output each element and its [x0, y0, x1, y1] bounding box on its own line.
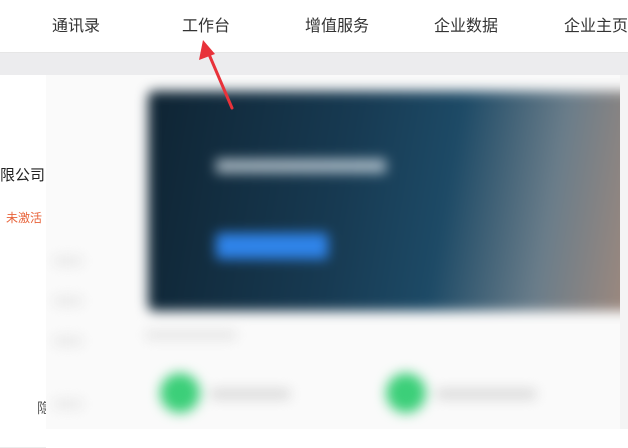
- activation-status[interactable]: 未激活: [6, 209, 42, 226]
- app-label: [436, 389, 536, 399]
- app-icon[interactable]: [160, 373, 200, 413]
- banner-headline: [216, 159, 386, 173]
- nav-workbench[interactable]: 工作台: [182, 12, 230, 36]
- blurred-menu-item: [54, 400, 82, 408]
- top-navigation: 通讯录 工作台 增值服务 企业数据 企业主页: [0, 0, 628, 53]
- app-icon[interactable]: [386, 373, 426, 413]
- annotation-arrow-icon: [199, 40, 234, 110]
- left-sidebar: [0, 75, 46, 448]
- promo-banner-image: [148, 91, 620, 311]
- app-label: [210, 389, 290, 399]
- nav-value-added-services[interactable]: 增值服务: [305, 12, 369, 36]
- blurred-menu-item: [54, 337, 82, 345]
- section-divider-bar: [0, 53, 628, 75]
- nav-enterprise-homepage[interactable]: 企业主页: [564, 12, 628, 36]
- company-name: 限公司: [0, 166, 46, 184]
- blurred-main-content: [46, 75, 620, 429]
- banner-button[interactable]: [216, 233, 328, 259]
- nav-enterprise-data[interactable]: 企业数据: [434, 12, 498, 36]
- scrollbar[interactable]: [620, 75, 628, 429]
- nav-contacts[interactable]: 通讯录: [52, 12, 100, 36]
- blurred-caption: [146, 331, 236, 339]
- blurred-menu-item: [54, 257, 82, 265]
- blur-layer: [46, 75, 620, 429]
- blurred-menu-item: [54, 297, 82, 305]
